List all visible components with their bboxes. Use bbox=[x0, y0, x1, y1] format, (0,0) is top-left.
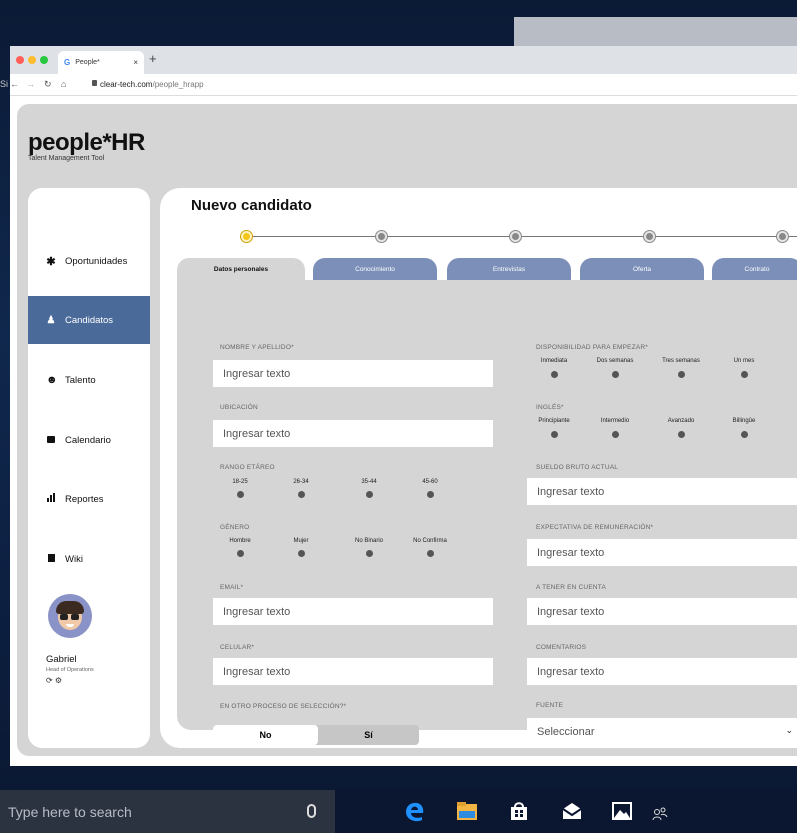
disponibilidad-option: Tres semanas bbox=[662, 358, 700, 364]
comentarios-label: COMENTARIOS bbox=[536, 644, 587, 651]
ingles-radio[interactable] bbox=[551, 431, 558, 438]
sueldo-input[interactable]: Ingresar texto bbox=[527, 478, 797, 505]
lock-icon bbox=[92, 80, 97, 86]
new-tab-button[interactable]: + bbox=[149, 51, 157, 66]
sueldo-label: SUELDO BRUTO ACTUAL bbox=[536, 464, 619, 471]
ingles-radio[interactable] bbox=[741, 431, 748, 438]
rango-radio[interactable] bbox=[237, 491, 244, 498]
rango-label: RANGO ETÁREO bbox=[220, 464, 275, 471]
expectativa-input[interactable]: Ingresar texto bbox=[527, 539, 797, 566]
tener-cuenta-label: A TENER EN CUENTA bbox=[536, 584, 606, 591]
fuente-label: FUENTE bbox=[536, 702, 564, 709]
email-input[interactable]: Ingresar texto bbox=[213, 598, 493, 625]
disponibilidad-radio[interactable] bbox=[741, 371, 748, 378]
taskbar: Type here to search bbox=[0, 790, 797, 833]
tab-bar: G People* × + bbox=[10, 46, 797, 74]
address-bar: ← → ↻ ⌂ clear-tech.com/people_hrapp bbox=[10, 74, 797, 96]
taskbar-search-input[interactable]: Type here to search bbox=[0, 790, 335, 833]
celular-input[interactable]: Ingresar texto bbox=[213, 658, 493, 685]
ingles-option: Intermedio bbox=[600, 418, 630, 424]
ingles-option: Principiante bbox=[538, 418, 570, 424]
nombre-label: NOMBRE Y APELLIDO* bbox=[220, 344, 294, 351]
tener-cuenta-input[interactable]: Ingresar texto bbox=[527, 598, 797, 625]
tab-title: People* bbox=[75, 59, 100, 66]
genero-label: GÉNERO bbox=[220, 524, 250, 531]
file-explorer-icon[interactable] bbox=[455, 799, 479, 823]
reload-icon[interactable]: ↻ bbox=[44, 79, 52, 90]
expectativa-label: EXPECTATIVA DE REMUNERACIÓN* bbox=[536, 524, 654, 531]
disponibilidad-radio[interactable] bbox=[551, 371, 558, 378]
rango-radio[interactable] bbox=[427, 491, 434, 498]
edge-icon[interactable] bbox=[402, 799, 426, 823]
rango-option: 18-25 bbox=[232, 479, 248, 485]
celular-label: CELULAR* bbox=[220, 644, 255, 651]
close-tab-icon[interactable]: × bbox=[133, 58, 138, 67]
background-window bbox=[514, 17, 797, 47]
ubicacion-label: UBICACIÓN bbox=[220, 404, 258, 411]
disponibilidad-option: Inmediata bbox=[540, 358, 568, 364]
ingles-radio[interactable] bbox=[612, 431, 619, 438]
ingles-radio[interactable] bbox=[678, 431, 685, 438]
minimize-window-dot[interactable] bbox=[28, 56, 36, 64]
genero-radio[interactable] bbox=[366, 550, 373, 557]
disponibilidad-radio[interactable] bbox=[678, 371, 685, 378]
rango-option: 26-34 bbox=[293, 479, 309, 485]
fuente-select[interactable]: Seleccionar ⌄ bbox=[527, 718, 797, 745]
photos-icon[interactable] bbox=[610, 799, 634, 823]
fuente-placeholder: Seleccionar bbox=[537, 725, 595, 738]
forward-icon[interactable]: → bbox=[26, 79, 35, 89]
mail-icon[interactable] bbox=[560, 799, 584, 823]
disponibilidad-label: DISPONIBILIDAD PARA EMPEZAR* bbox=[536, 344, 649, 351]
people-icon[interactable] bbox=[652, 802, 668, 826]
toggle-si-button[interactable]: Sí bbox=[318, 725, 419, 745]
comentarios-input[interactable]: Ingresar texto bbox=[527, 658, 797, 685]
toggle-no-button[interactable]: No bbox=[213, 725, 318, 745]
ingles-option: Billingûe bbox=[732, 418, 756, 424]
chevron-down-icon: ⌄ bbox=[785, 725, 793, 735]
otro-proceso-label: EN OTRO PROCESO DE SELECCIÓN?* bbox=[220, 703, 347, 710]
favicon-icon: G bbox=[64, 58, 71, 67]
genero-option: Hombre bbox=[229, 538, 251, 544]
home-icon[interactable]: ⌂ bbox=[61, 79, 66, 89]
disponibilidad-option: Dos semanas bbox=[596, 358, 634, 364]
ingles-label: INGLÉS* bbox=[536, 404, 564, 411]
disponibilidad-option: Un mes bbox=[733, 358, 755, 364]
close-window-dot[interactable] bbox=[16, 56, 24, 64]
rango-radio[interactable] bbox=[366, 491, 373, 498]
form-content: NOMBRE Y APELLIDO* Ingresar texto UBICAC… bbox=[17, 104, 797, 756]
genero-option: No Confirma bbox=[413, 538, 447, 544]
back-icon[interactable]: ← bbox=[10, 79, 19, 89]
genero-radio[interactable] bbox=[427, 550, 434, 557]
store-icon[interactable] bbox=[507, 799, 531, 823]
genero-option: No Binario bbox=[354, 538, 383, 544]
browser-tab[interactable]: G People* × bbox=[58, 51, 144, 74]
disponibilidad-radio[interactable] bbox=[612, 371, 619, 378]
nombre-input[interactable]: Ingresar texto bbox=[213, 360, 493, 387]
rango-option: 45-60 bbox=[422, 479, 438, 485]
browser-window: G People* × + ← → ↻ ⌂ clear-tech.com/peo… bbox=[10, 46, 797, 766]
ingles-option: Avanzado bbox=[667, 418, 695, 424]
genero-radio[interactable] bbox=[237, 550, 244, 557]
rango-radio[interactable] bbox=[298, 491, 305, 498]
url-field[interactable]: clear-tech.com/people_hrapp bbox=[100, 80, 204, 89]
email-label: EMAIL* bbox=[220, 584, 244, 591]
rango-option: 35-44 bbox=[361, 479, 377, 485]
app-container: people*HR Talent Management Tool ✱ Oport… bbox=[17, 104, 797, 756]
stray-text: Si bbox=[0, 79, 9, 89]
ubicacion-input[interactable]: Ingresar texto bbox=[213, 420, 493, 447]
microphone-icon[interactable] bbox=[307, 804, 316, 818]
genero-radio[interactable] bbox=[298, 550, 305, 557]
maximize-window-dot[interactable] bbox=[40, 56, 48, 64]
otro-proceso-toggle: No Sí bbox=[213, 725, 419, 745]
genero-option: Mujer bbox=[293, 538, 309, 544]
